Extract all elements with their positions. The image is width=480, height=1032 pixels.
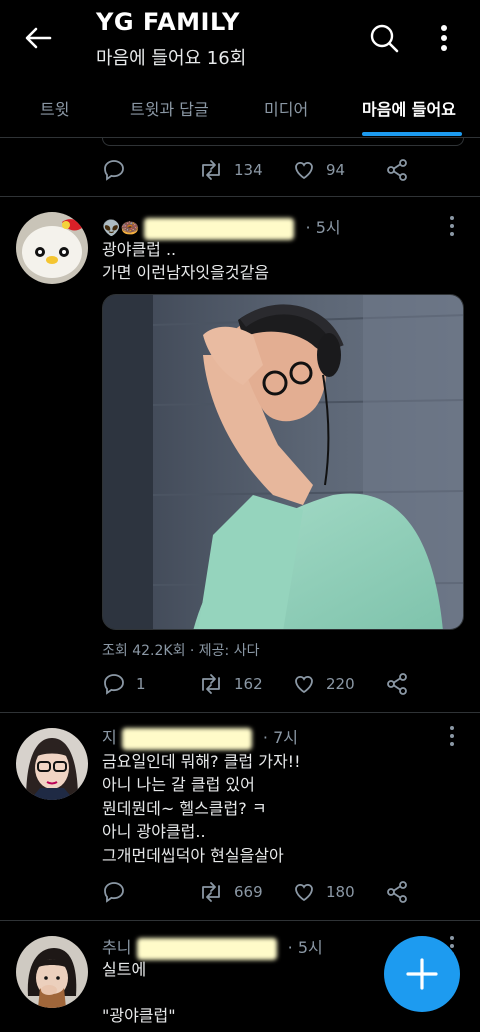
compose-tweet-button[interactable] [384, 936, 460, 1012]
tweet-text-line: 광야클럽 .. [102, 240, 177, 259]
tweet-author-line: 지 · 7시 [102, 724, 298, 750]
retweet-count: 669 [234, 883, 263, 901]
quoted-card-bottom[interactable] [102, 138, 464, 146]
retweet-button[interactable]: 162 [198, 672, 263, 696]
tweet-author-line: 추니 · 5시 [102, 934, 323, 960]
retweet-button[interactable]: 669 [198, 880, 263, 904]
divider [0, 712, 480, 713]
heart-icon [295, 161, 313, 180]
tweet-time: · 5시 [305, 218, 341, 237]
reply-button[interactable] [102, 158, 136, 182]
avatar-image [16, 212, 88, 284]
tweet-text-line: 실트에 [102, 960, 147, 979]
tweet-text-line [102, 981, 176, 1004]
tweet-time: · 5시 [287, 938, 323, 957]
tab-media[interactable]: 미디어 [264, 96, 308, 120]
share-icon [387, 673, 407, 695]
author-display-name[interactable]: 지 [102, 728, 117, 747]
redacted-author-name [121, 727, 252, 750]
tweet-actions: 669 180 [102, 880, 432, 906]
avatar-image [16, 936, 88, 1008]
redacted-author-name [144, 217, 295, 240]
share-icon [387, 159, 407, 181]
tweet-text: 광야클럽 .. 가면 이런남자잇을것같음 [102, 238, 269, 285]
share-button[interactable] [386, 880, 418, 904]
divider [0, 196, 480, 197]
heart-icon [295, 675, 313, 694]
like-count: 180 [326, 883, 355, 901]
redacted-author-name [136, 937, 277, 960]
tab-tweets-replies[interactable]: 트윗과 답글 [130, 96, 209, 120]
like-button[interactable]: 180 [292, 880, 355, 904]
reply-button[interactable] [102, 880, 136, 904]
active-tab-indicator [362, 132, 462, 136]
tweet-time: · 7시 [262, 728, 298, 747]
tweet-actions: 1 162 220 [102, 672, 432, 698]
tweet-text-line: 가면 이런남자잇을것같음 [102, 263, 270, 283]
prev-tweet-actions: 134 94 [102, 158, 432, 184]
share-button[interactable] [386, 672, 418, 696]
retweet-icon [202, 160, 220, 180]
tab-likes[interactable]: 마음에 들어요 [362, 96, 456, 120]
reply-icon [104, 674, 124, 695]
avatar[interactable] [16, 936, 88, 1008]
tweet-text-line: 아니 광야클럽.. [102, 822, 206, 842]
tweet-text-line: 아니 나는 갈 클럽 있어 [102, 775, 255, 795]
like-button[interactable]: 220 [292, 672, 355, 696]
reply-icon [104, 160, 124, 181]
tweet-text-line: 금요일인데 뭐해? 클럽 가자!! [102, 752, 301, 771]
heart-icon [295, 883, 313, 902]
retweet-count: 162 [234, 675, 263, 693]
search-icon[interactable] [368, 22, 400, 54]
divider [0, 920, 480, 921]
back-arrow-icon[interactable] [22, 22, 54, 54]
author-display-name[interactable]: 👽🍩 [102, 219, 139, 237]
share-icon [387, 881, 407, 903]
tweet-author-line: 👽🍩 · 5시 [102, 214, 341, 240]
retweet-icon [202, 882, 220, 902]
view-count: 조회 42.2K회 · 제공: 사다 [102, 643, 260, 659]
profile-tabs: 트윗 트윗과 답글 미디어 마음에 들어요 [0, 88, 480, 138]
likes-count-subtitle: 마음에 들어요 16회 [96, 48, 247, 69]
share-button[interactable] [386, 158, 418, 182]
reply-count: 1 [136, 675, 146, 693]
tweet-text-line: "광야클럽" [102, 1006, 176, 1026]
profile-name-title: YG FAMILY [96, 8, 240, 36]
retweet-button[interactable]: 134 [198, 158, 263, 182]
author-display-name[interactable]: 추니 [102, 938, 131, 957]
reply-icon [104, 882, 124, 903]
retweet-icon [202, 674, 220, 694]
top-app-bar: YG FAMILY 마음에 들어요 16회 트윗 트윗과 답글 미디어 마음에 … [0, 0, 480, 138]
like-count: 220 [326, 675, 355, 693]
tweet-media-photo[interactable] [102, 294, 464, 630]
tweet-text: 금요일인데 뭐해? 클럽 가자!! 아니 나는 갈 클럽 있어 뭔데뭔데~ 헬스… [102, 750, 301, 867]
tweet-text-line: 뭔데뭔데~ 헬스클럽? ㅋ [102, 798, 267, 818]
tweet-text: 실트에 "광야클럽" [102, 958, 176, 1028]
avatar-image [16, 728, 88, 800]
more-options-icon[interactable] [430, 22, 458, 54]
avatar[interactable] [16, 728, 88, 800]
tab-tweets[interactable]: 트윗 [40, 96, 69, 120]
tweet-more-icon[interactable] [446, 724, 458, 748]
retweet-count: 134 [234, 161, 263, 179]
plus-icon [406, 958, 438, 990]
like-button[interactable]: 94 [292, 158, 345, 182]
tweet-text-line: 그개먼데씹덕아 현실을살아 [102, 845, 284, 865]
avatar[interactable] [16, 212, 88, 284]
tweet-more-icon[interactable] [446, 214, 458, 238]
like-count: 94 [326, 161, 346, 179]
photo-person-headphones [103, 295, 463, 629]
reply-button[interactable]: 1 [102, 672, 146, 696]
